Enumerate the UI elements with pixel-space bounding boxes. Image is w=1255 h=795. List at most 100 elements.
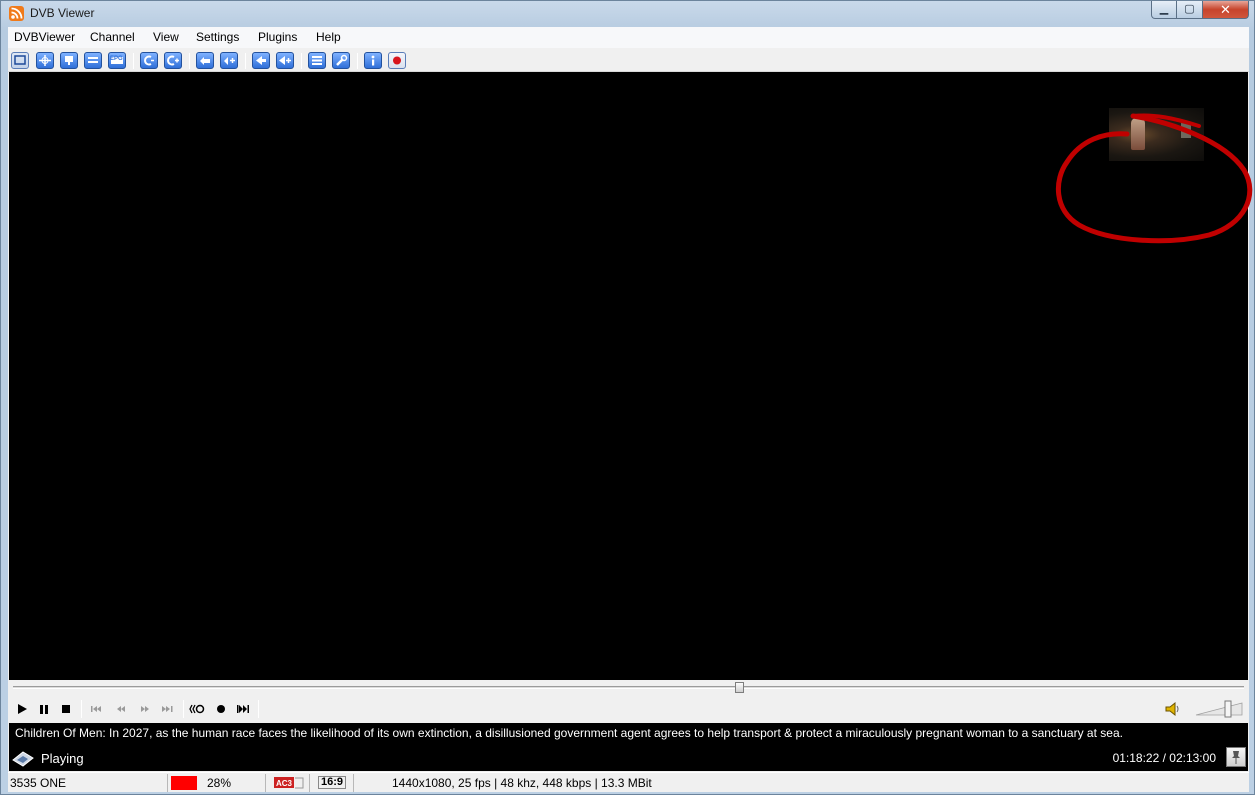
info-status-bar: 3535 ONE 28% AC3 16:9 1440x1080, 25 fps …	[8, 772, 1249, 792]
settings-button[interactable]	[332, 52, 350, 69]
rewind-icon	[117, 706, 125, 712]
skip-start-button[interactable]	[89, 701, 105, 717]
client-area: DVBViewer Channel View Settings Plugins …	[8, 27, 1253, 792]
record-button[interactable]	[388, 52, 406, 69]
record-control-button[interactable]	[213, 701, 229, 717]
aspect-ratio: 16:9	[318, 776, 347, 789]
seek-bar[interactable]	[9, 681, 1248, 695]
timeshift-button[interactable]	[189, 701, 205, 717]
seek-track[interactable]	[13, 686, 1244, 689]
red-circle-annotation	[1055, 113, 1253, 244]
osd-icon	[88, 57, 98, 63]
video-area[interactable]	[9, 72, 1253, 680]
volume-icon[interactable]	[1164, 700, 1182, 718]
maximize-icon: ▢	[1184, 3, 1195, 15]
back-icon	[256, 56, 266, 65]
svg-text:AC3: AC3	[276, 779, 293, 788]
settings-icon	[336, 54, 348, 66]
record-icon	[393, 56, 401, 65]
rss-app-icon	[9, 6, 24, 21]
favorites-add-button[interactable]	[220, 52, 238, 69]
toolbar-separator	[133, 53, 134, 69]
fast-forward-icon	[141, 706, 149, 712]
controls-separator	[183, 700, 184, 718]
app-window: DVB Viewer ▁ ▢ ✕ DVBViewer Channel View …	[0, 0, 1255, 795]
channel-name: 3535 ONE	[8, 774, 168, 792]
menu-view[interactable]: View	[153, 30, 179, 44]
back-plus-icon	[279, 56, 291, 65]
rewind-button[interactable]	[113, 701, 129, 717]
close-button[interactable]: ✕	[1203, 1, 1249, 19]
menu-plugins[interactable]: Plugins	[258, 30, 297, 44]
skip-end-button[interactable]	[159, 701, 175, 717]
pin-button[interactable]	[1226, 747, 1246, 767]
menu-dvbviewer[interactable]: DVBViewer	[14, 30, 75, 44]
toolbar-separator	[245, 53, 246, 69]
stop-button[interactable]	[58, 701, 74, 717]
pause-icon	[40, 705, 48, 714]
toolbar-separator	[301, 53, 302, 69]
stream-info: 1440x1080, 25 fps | 48 khz, 448 kbps | 1…	[392, 776, 652, 790]
stop-icon	[62, 705, 70, 713]
toolbar-separator	[189, 53, 190, 69]
timeshift-icon	[189, 704, 205, 714]
toolbar-separator	[357, 53, 358, 69]
fast-forward-button[interactable]	[137, 701, 153, 717]
menu-bar: DVBViewer Channel View Settings Plugins …	[8, 27, 1249, 48]
signal-percent: 28%	[207, 776, 232, 790]
channel-next-button[interactable]	[164, 52, 182, 69]
skip-end-icon	[162, 706, 173, 712]
controls-separator	[258, 700, 259, 718]
favorites-button[interactable]	[196, 52, 214, 69]
menu-channel[interactable]: Channel	[90, 30, 135, 44]
toolbar: EPG	[8, 49, 1249, 72]
menu-settings[interactable]: Settings	[196, 30, 239, 44]
info-icon	[371, 55, 375, 66]
minimize-icon: ▁	[1159, 3, 1169, 15]
menu-help[interactable]: Help	[316, 30, 341, 44]
jump-icon	[237, 705, 249, 713]
window-title: DVB Viewer	[30, 6, 95, 20]
epg-button-label: EPG	[110, 56, 123, 62]
channel-prev-icon	[144, 55, 154, 66]
info-button[interactable]	[364, 52, 382, 69]
favorites-add-icon	[224, 57, 235, 65]
playback-time: 01:18:22 / 02:13:00	[1112, 751, 1216, 765]
jump-button[interactable]	[235, 701, 251, 717]
playback-state: Playing	[41, 751, 84, 766]
controls-separator	[81, 700, 82, 718]
channel-list-button[interactable]	[308, 52, 326, 69]
pin-icon	[1232, 751, 1240, 764]
minimize-button[interactable]: ▁	[1151, 1, 1177, 19]
favorites-icon	[200, 57, 210, 65]
window-mode-icon	[14, 55, 26, 65]
back-button[interactable]	[252, 52, 270, 69]
epg-button[interactable]: EPG	[108, 52, 126, 69]
seek-thumb[interactable]	[735, 682, 745, 693]
desktop-icon	[65, 56, 73, 65]
maximize-button[interactable]: ▢	[1177, 1, 1203, 19]
playback-status-bar: Playing 01:18:22 / 02:13:00	[9, 744, 1248, 771]
back-plus-button[interactable]	[276, 52, 294, 69]
skip-start-icon	[91, 706, 101, 712]
record-dot-icon	[217, 705, 225, 713]
window-mode-button[interactable]	[11, 52, 29, 69]
playing-status-icon	[12, 751, 34, 767]
volume-slider[interactable]	[1194, 700, 1244, 718]
signal-strength-bar	[171, 776, 197, 790]
title-bar[interactable]: DVB Viewer ▁ ▢ ✕	[1, 1, 1254, 27]
audio-format-badge: AC3	[274, 777, 304, 789]
channel-next-icon	[167, 55, 179, 66]
close-icon: ✕	[1220, 2, 1231, 17]
pause-button[interactable]	[36, 701, 52, 717]
play-button[interactable]	[14, 701, 30, 717]
fullscreen-button[interactable]	[36, 52, 54, 69]
osd-button[interactable]	[84, 52, 102, 69]
play-icon	[18, 704, 27, 714]
list-icon	[312, 56, 322, 65]
fullscreen-icon	[39, 55, 51, 66]
playback-controls	[9, 695, 1248, 723]
epg-description: Children Of Men: In 2027, as the human r…	[9, 723, 1248, 744]
channel-prev-button[interactable]	[140, 52, 158, 69]
desktop-mode-button[interactable]	[60, 52, 78, 69]
